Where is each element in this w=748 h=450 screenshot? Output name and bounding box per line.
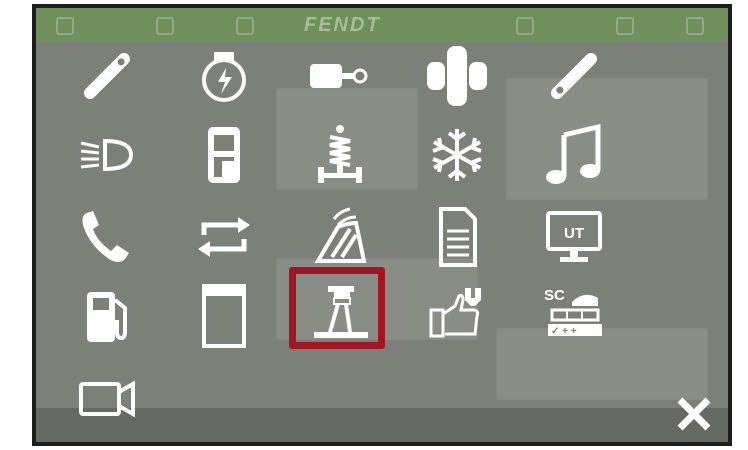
snowflake-icon [432, 129, 482, 181]
status-icon [56, 17, 74, 35]
menu-item-music[interactable] [528, 115, 620, 195]
engine-icon [202, 52, 246, 102]
menu-item-universal-terminal[interactable]: UT [528, 197, 620, 277]
status-icon [236, 17, 254, 35]
menu-item-climate[interactable] [411, 115, 503, 195]
close-icon[interactable] [674, 394, 714, 434]
brand-logo: FENDT [304, 14, 381, 36]
axle-icon [427, 46, 487, 106]
service-hand-icon [429, 288, 481, 338]
terminal-screen: FENDT UT SC ✓ + + [36, 8, 728, 442]
status-icon [516, 17, 534, 35]
menu-item-key-alt[interactable] [528, 36, 620, 116]
repeat-icon [198, 217, 250, 257]
menu-item-hitch[interactable] [294, 36, 386, 116]
phone-icon [82, 211, 129, 262]
panel-icon [202, 284, 246, 348]
svg-text:UT: UT [564, 225, 584, 242]
status-icon [156, 17, 174, 35]
svg-text:SC: SC [544, 287, 565, 304]
menu-item-repeat[interactable] [178, 197, 270, 277]
terminal-frame: FENDT UT SC ✓ + + [32, 4, 732, 446]
menu-item-wiper[interactable] [294, 197, 386, 277]
cab-door-icon [208, 127, 240, 183]
document-icon [439, 207, 477, 267]
menu-item-fuel[interactable] [61, 276, 153, 356]
menu-item-document[interactable] [411, 197, 503, 277]
music-icon [546, 123, 601, 184]
menu-item-engine[interactable] [178, 36, 270, 116]
menu-item-service[interactable] [411, 276, 503, 356]
menu-item-camera[interactable] [61, 358, 153, 438]
sc-sectioncontrol-icon: SC ✓ + + [544, 287, 602, 337]
menu-item-headlight[interactable] [61, 115, 153, 195]
suspension-icon [318, 125, 362, 183]
wiper-icon [314, 207, 367, 263]
key-alt-icon [551, 53, 597, 99]
menu-item-section-control[interactable]: SC ✓ + + [528, 276, 620, 356]
ut-monitor-icon: UT [546, 211, 602, 262]
lift-icon [314, 286, 368, 338]
svg-text:✓ + +: ✓ + + [551, 326, 577, 337]
menu-item-axle[interactable] [411, 36, 503, 116]
hitch-icon [310, 64, 368, 88]
key-icon [84, 53, 130, 99]
menu-item-cab-door[interactable] [178, 115, 270, 195]
status-icon [686, 17, 704, 35]
fuel-pump-icon [87, 292, 127, 342]
camera-icon [79, 380, 135, 418]
menu-item-lift[interactable] [289, 267, 386, 356]
menu-item-key[interactable] [61, 36, 153, 116]
menu-item-suspension[interactable] [294, 115, 386, 195]
menu-item-panel[interactable] [178, 276, 270, 356]
status-icon [616, 17, 634, 35]
headlight-icon [80, 138, 134, 172]
menu-item-phone[interactable] [61, 197, 153, 277]
